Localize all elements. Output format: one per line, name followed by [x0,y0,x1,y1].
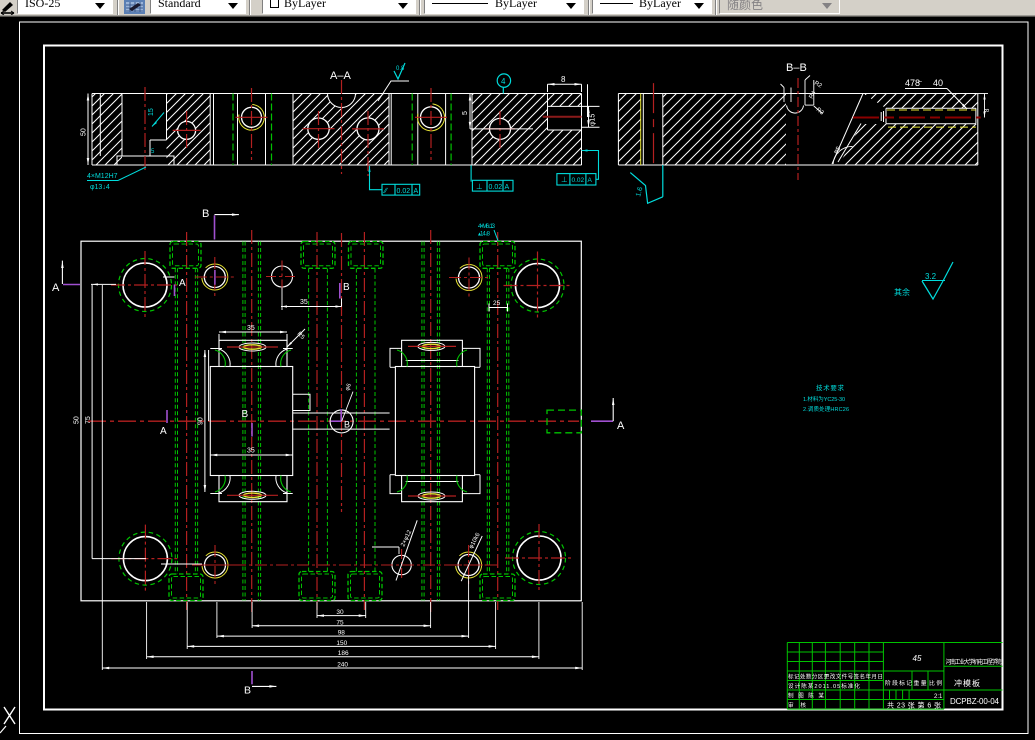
svg-text:冲 模 板: 冲 模 板 [954,678,980,688]
svg-text:阶段标记: 阶段标记 [885,679,912,687]
svg-text:φ15: φ15 [590,114,597,126]
svg-text:⊥: ⊥ [476,182,483,191]
svg-text:重量: 重量 [914,679,927,687]
svg-text:B: B [343,282,350,293]
svg-text:0.8: 0.8 [396,66,405,72]
svg-text:A: A [414,188,419,195]
svg-text:B: B [344,420,350,430]
svg-text:A–A: A–A [330,70,351,82]
svg-text:75: 75 [85,416,92,424]
svg-text:40: 40 [933,78,943,88]
svg-text:3.2: 3.2 [925,272,937,281]
svg-text:45: 45 [913,654,922,663]
svg-text:其余: 其余 [894,287,910,297]
svg-text:比例: 比例 [929,679,942,687]
svg-text:B: B [242,409,249,420]
svg-text:98: 98 [338,630,346,637]
svg-text:0.02: 0.02 [489,184,503,191]
svg-text:30: 30 [336,609,344,616]
svg-text:B–B: B–B [786,62,807,74]
svg-text:4×M12H7: 4×M12H7 [87,173,118,180]
svg-text:50: 50 [74,416,81,424]
svg-text:标记处数分区更改文件号签名年月日: 标记处数分区更改文件号签名年月日 [788,673,883,681]
svg-text:0.02: 0.02 [397,188,411,195]
svg-text:4: 4 [501,77,506,86]
svg-text:河南工业大学机电工程学院: 河南工业大学机电工程学院 [946,658,1002,666]
svg-text:共 23 张 第 6 张: 共 23 张 第 6 张 [887,701,941,710]
svg-text:A: A [505,184,510,191]
svg-text:设计陈某2011.05标准化: 设计陈某2011.05标准化 [788,682,860,690]
svg-text:A: A [160,426,167,437]
svg-text:5: 5 [462,111,469,115]
svg-text:⌐: ⌐ [918,79,922,86]
svg-text:A: A [617,420,625,432]
svg-text:0.02: 0.02 [572,177,585,184]
svg-text:240: 240 [337,662,348,669]
svg-text:35: 35 [300,299,308,306]
svg-text:技术要求: 技术要求 [816,383,845,392]
svg-text:B: B [202,208,209,220]
svg-text:90: 90 [198,417,205,425]
svg-text:▴14↓8: ▴14↓8 [478,232,491,238]
svg-text:25: 25 [493,300,501,307]
svg-text:A: A [179,278,186,289]
svg-text:DCPBZ-00-04: DCPBZ-00-04 [950,697,1000,706]
svg-text:2:1: 2:1 [934,694,943,700]
svg-text:φ13↓4: φ13↓4 [90,184,110,191]
svg-text:186: 186 [338,650,349,657]
svg-text:15: 15 [148,108,155,116]
svg-text:1.材料为YC25-30: 1.材料为YC25-30 [803,395,845,403]
svg-text:⊥: ⊥ [561,175,568,184]
svg-text:B: B [244,685,251,697]
svg-text:A: A [588,177,593,184]
svg-text:8: 8 [561,75,566,84]
svg-text:A: A [52,282,60,294]
svg-text:35: 35 [247,325,255,332]
svg-text:4×M6↓13: 4×M6↓13 [478,224,496,230]
svg-text:2.调质处理HRC26: 2.调质处理HRC26 [803,405,849,413]
svg-text:75: 75 [336,619,344,626]
svg-text:150: 150 [336,640,347,647]
svg-text:35: 35 [247,448,255,455]
svg-text:50: 50 [81,128,88,136]
